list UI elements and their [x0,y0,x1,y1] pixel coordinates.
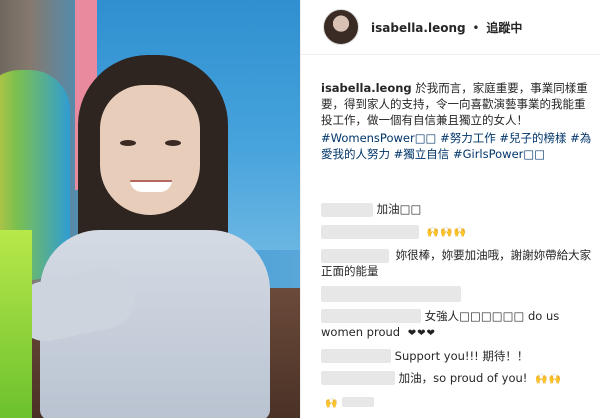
comment-text: 加油□□ [376,202,422,216]
comment-item: 🙌🙌🙌 [321,223,593,241]
post-details-panel: isabella.leong • 追蹤中 isabella.leong 於我而言… [300,0,600,418]
redacted-username [321,224,419,239]
post-caption: isabella.leong 於我而言，家庭重要，事業同樣重要，得到家人的支持，… [321,80,593,162]
comment-emoji: 🙌 [325,397,339,409]
redacted-username [321,349,391,363]
post-photo[interactable] [0,0,300,418]
follow-status-button[interactable]: 追蹤中 [486,21,522,35]
avatar[interactable] [323,9,359,45]
caption-hashtags[interactable]: #WomensPower□□ #努力工作 #兒子的榜樣 #為愛我的人努力 #獨立… [321,130,593,162]
comment-emoji: ❤❤❤ [407,327,436,339]
comment-emoji: 🙌🙌🙌 [426,227,468,238]
comment-emoji: 🙌🙌 [535,373,562,385]
comment-item [321,285,593,302]
photo-green-cup [0,230,32,418]
header-separator: • [472,21,480,35]
comment-item: 女強人□□□□□□ do us women proud ❤❤❤ [321,308,593,342]
comment-item: 妳很棒，妳要加油哦，謝謝妳帶給大家正面的能量 [321,247,593,279]
comment-item: Support you!!! 期待！！ [321,348,593,364]
comment-item: 🙌 [321,394,593,412]
redacted-username [321,309,421,323]
comment-item: 加油，so proud of you! 🙌🙌 [321,370,593,388]
comments-list: 加油□□ 🙌🙌🙌 妳很棒，妳要加油哦，謝謝妳帶給大家正面的能量 女強人□□□□□… [321,201,593,418]
comment-item: 加油□□ [321,201,593,217]
header-text: isabella.leong • 追蹤中 [371,19,522,36]
redacted-username [321,202,373,217]
redacted-comment [321,285,461,302]
redacted-username [321,371,395,385]
photo-eye-right [165,140,181,146]
header-username[interactable]: isabella.leong [371,21,466,35]
photo-eye-left [120,140,136,146]
photo-face [100,85,200,215]
redacted-username [342,397,375,407]
comment-text: 加油，so proud of you! [398,370,528,385]
post-header: isabella.leong • 追蹤中 [301,0,600,55]
redacted-username [321,248,389,263]
photo-smile [130,180,172,192]
caption-username[interactable]: isabella.leong [321,81,412,95]
comment-text: Support you!!! 期待！！ [394,348,529,363]
